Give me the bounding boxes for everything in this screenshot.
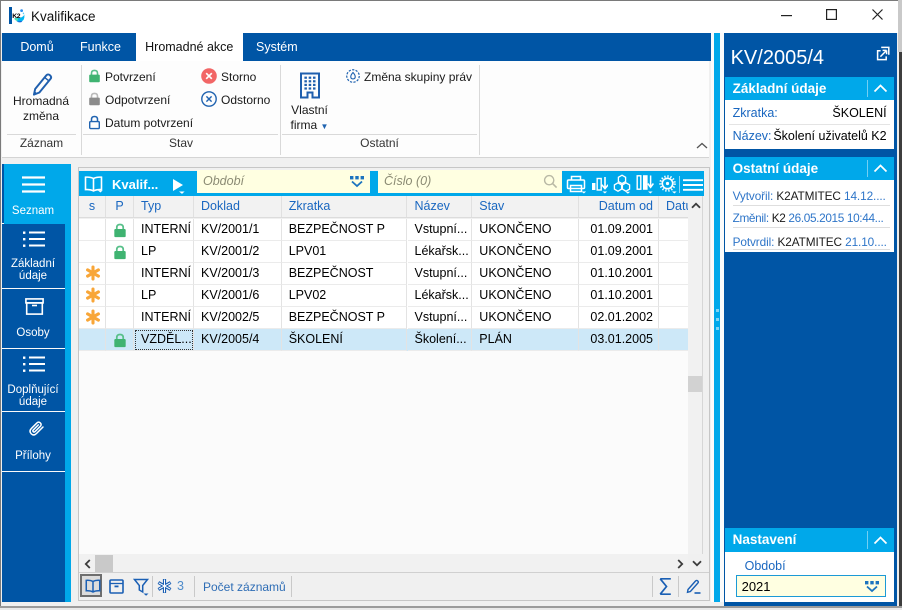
svg-text:K2: K2 [12, 13, 21, 20]
